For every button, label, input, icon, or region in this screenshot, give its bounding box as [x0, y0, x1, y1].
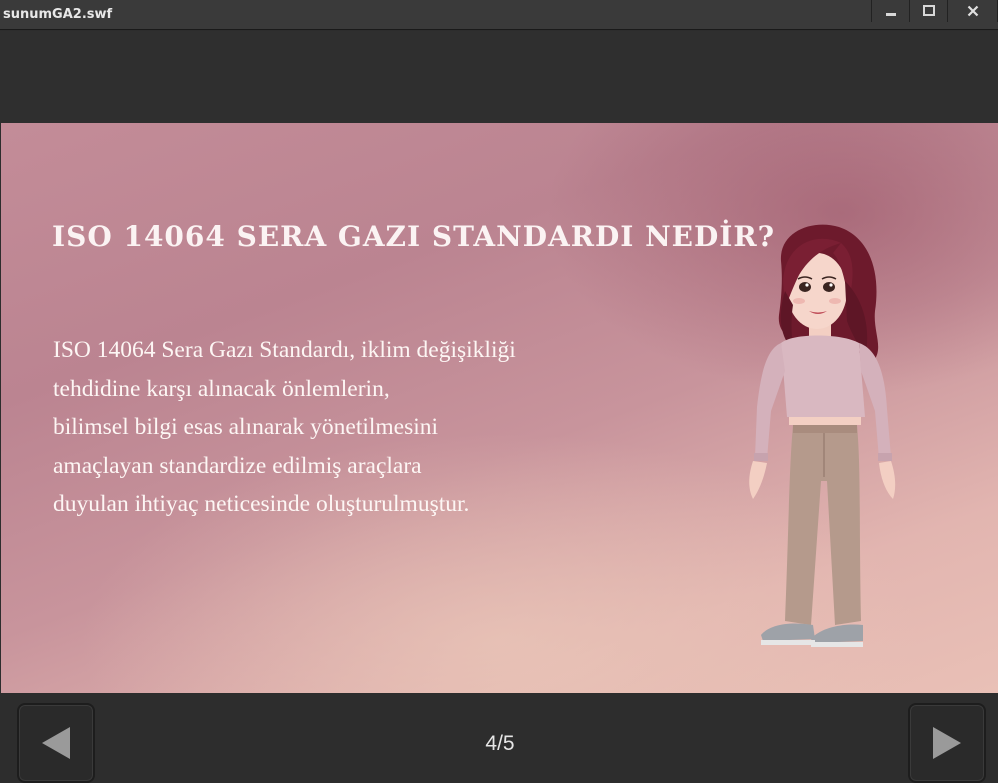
minimize-icon [885, 13, 896, 16]
slide-body-text: ISO 14064 Sera Gazı Standardı, iklim değ… [53, 331, 653, 524]
body-line: tehdidine karşı alınacak önlemlerin, [53, 375, 390, 402]
body-line: duyulan ihtiyaç neticesinde oluşturulmuş… [53, 491, 470, 517]
close-icon [967, 5, 978, 17]
page-counter: 4/5 [485, 732, 515, 755]
body-line: amaçlayan standardize edilmiş araçlara [53, 452, 422, 479]
left-arrow-icon [42, 727, 70, 759]
character-illustration [749, 224, 896, 647]
minimize-button[interactable] [872, 0, 910, 22]
body-line: ISO 14064 Sera Gazı Standardı, iklim değ… [53, 337, 516, 363]
slide-canvas: ISO 14064 SERA GAZI STANDARDI NEDİR? ISO… [1, 123, 998, 693]
maximize-icon [922, 5, 935, 16]
next-slide-button[interactable] [908, 703, 986, 783]
body-line: bilimsel bilgi esas alınarak yönetilmesi… [53, 414, 439, 440]
player-controls: 4/5 [0, 693, 998, 783]
slide-title: ISO 14064 SERA GAZI STANDARDI NEDİR? [52, 220, 776, 253]
window-title: sunumGA2.swf [3, 7, 113, 22]
right-arrow-icon [933, 727, 961, 759]
maximize-button[interactable] [910, 0, 948, 22]
close-button[interactable] [948, 0, 998, 22]
player-top-band [0, 31, 998, 123]
window-titlebar: sunumGA2.swf [0, 0, 998, 30]
previous-slide-button[interactable] [17, 703, 95, 783]
window-controls [871, 0, 998, 22]
